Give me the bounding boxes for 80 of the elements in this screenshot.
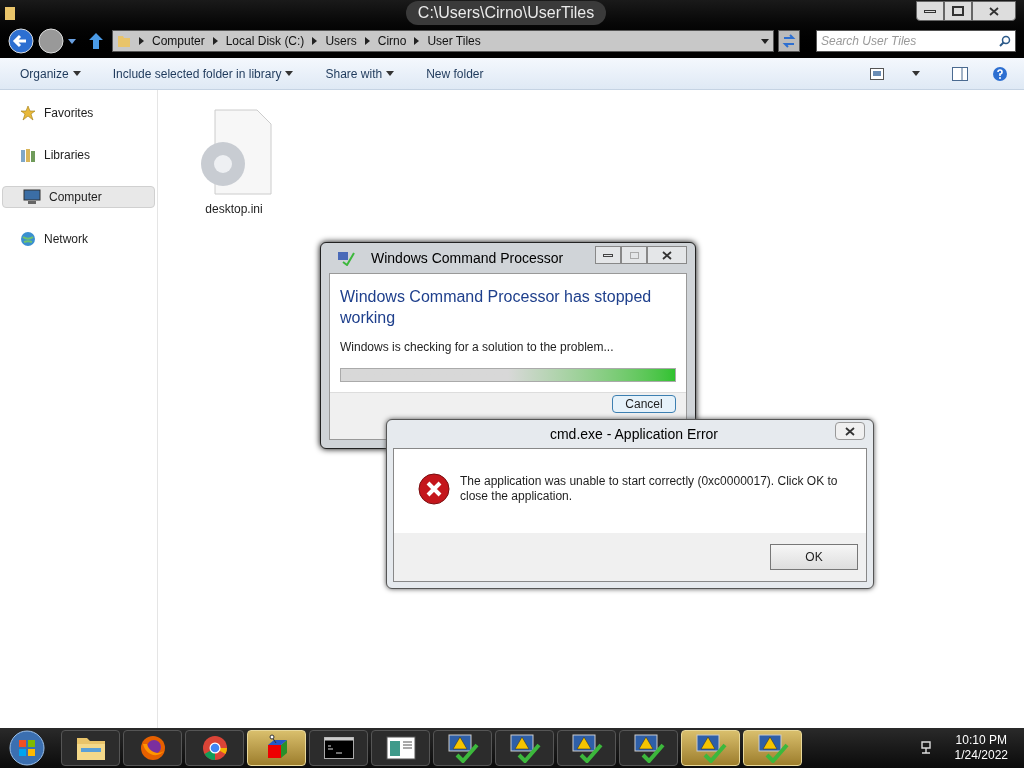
taskbar-button[interactable] (309, 730, 368, 766)
warning-monitor-icon (756, 733, 789, 763)
caret-icon (285, 71, 294, 76)
toolbar-button[interactable]: New folder (422, 64, 488, 83)
warning-monitor-icon (508, 733, 541, 763)
taskbar-button[interactable] (619, 730, 678, 766)
chevron-icon (139, 37, 144, 45)
terminal-icon (323, 737, 354, 759)
ok-button[interactable]: OK (770, 544, 858, 570)
breadcrumb[interactable]: User Tiles (427, 32, 481, 50)
taskbar-button[interactable] (433, 730, 492, 766)
caret-icon (386, 71, 395, 76)
browser-icon (138, 734, 167, 762)
toolbar-button[interactable]: Include selected folder in library (108, 64, 298, 83)
file-name[interactable]: desktop.ini (205, 200, 263, 218)
dialog-heading: Windows Command Processor has stopped working (340, 287, 653, 328)
view-icon[interactable] (870, 67, 884, 80)
help-icon[interactable] (992, 65, 1008, 82)
chevron-icon (312, 37, 318, 45)
chevron-icon (212, 37, 218, 45)
sidebar-item[interactable]: Network (0, 228, 157, 250)
breadcrumb[interactable]: Computer (152, 32, 205, 50)
dialog-title: Windows Command Processor (371, 248, 564, 268)
sidebar-item[interactable]: Favorites (0, 102, 157, 124)
up-arrow-icon[interactable] (88, 32, 104, 50)
taskbar-button[interactable] (185, 730, 244, 766)
window-title: C:\Users\Cirno\UserTiles (405, 1, 607, 25)
cancel-button[interactable]: Cancel (612, 395, 676, 413)
caret-icon (72, 71, 81, 76)
warning-monitor-icon (632, 733, 665, 763)
dialog-title: cmd.exe - Application Error (548, 424, 720, 444)
breadcrumb[interactable]: Cirno (377, 32, 407, 50)
network-icon (20, 231, 36, 247)
folder-icon (4, 5, 16, 21)
chevron-icon (364, 37, 370, 45)
sidebar-item[interactable]: Libraries (0, 144, 157, 166)
taskbar-button[interactable] (61, 730, 120, 766)
taskbar-button[interactable] (371, 730, 430, 766)
window-icon (385, 736, 416, 760)
breadcrumb[interactable]: Local Disk (C:) (225, 32, 305, 50)
error-message: The application was unable to start correctly (0xc0000017). Click OK to close the application. (460, 474, 839, 504)
preview-pane-icon[interactable] (952, 66, 968, 81)
browser-icon (200, 734, 229, 762)
minimize-button[interactable] (916, 1, 944, 21)
forward-icon[interactable] (38, 28, 64, 54)
toolbar-button[interactable]: Share with (321, 64, 399, 83)
refresh-icon[interactable] (778, 30, 800, 52)
maximize-button[interactable] (944, 1, 972, 21)
error-icon (418, 473, 450, 505)
dialog-message: Windows is checking for a solution to the problem... (340, 339, 615, 356)
clock[interactable]: 10:10 PM 1/24/2022 (954, 733, 1008, 763)
search-icon (999, 35, 1011, 47)
close-button[interactable] (647, 246, 687, 264)
minimize-button[interactable] (595, 246, 621, 264)
folder-icon (117, 34, 131, 48)
sidebar-item[interactable]: Computer (2, 186, 155, 208)
close-icon (662, 250, 672, 260)
taskbar-button[interactable] (123, 730, 182, 766)
breadcrumb[interactable]: Users (325, 32, 357, 50)
caret-icon[interactable] (68, 38, 76, 44)
warning-monitor-icon (570, 733, 603, 763)
caret-icon (912, 71, 920, 76)
address-bar[interactable]: Computer Local Disk (C:) Users Cirno User Tiles (112, 30, 774, 52)
computer-icon (23, 189, 41, 205)
star-icon (20, 105, 36, 121)
back-icon[interactable] (8, 28, 34, 54)
search-field[interactable]: Search User Tiles (816, 30, 1016, 52)
library-icon (20, 147, 36, 163)
toolbar-button[interactable]: Organize (16, 64, 85, 83)
close-icon (989, 6, 999, 16)
close-button[interactable] (835, 422, 865, 440)
taskbar-button[interactable] (557, 730, 616, 766)
chevron-icon (414, 37, 420, 45)
app-icon (337, 250, 355, 266)
close-button[interactable] (972, 1, 1016, 21)
warning-monitor-icon (446, 733, 479, 763)
caret-icon[interactable] (761, 38, 769, 44)
close-icon (845, 426, 855, 436)
taskbar-button[interactable] (495, 730, 554, 766)
warning-monitor-icon (694, 733, 727, 763)
